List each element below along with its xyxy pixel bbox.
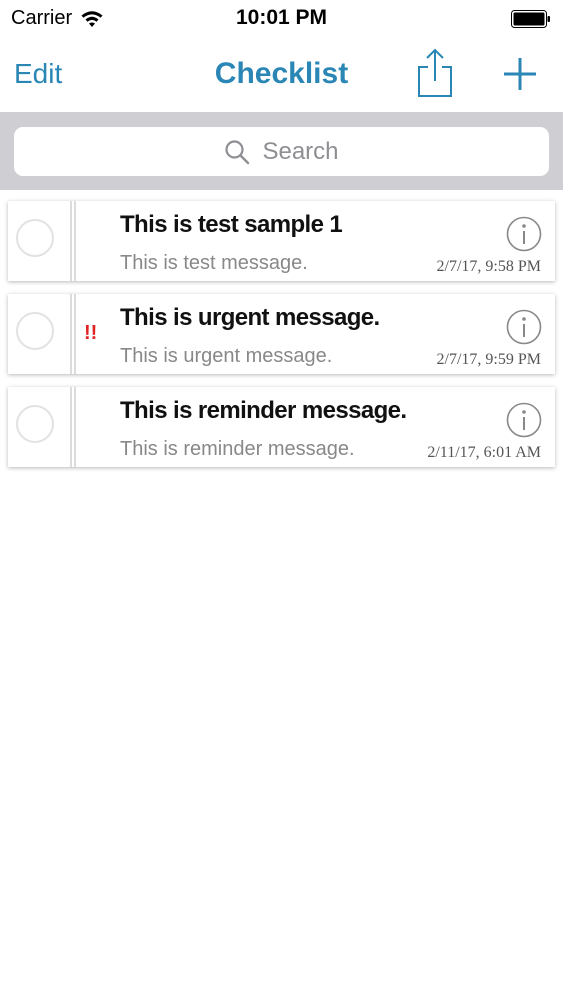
search-placeholder: Search: [262, 137, 339, 165]
status-bar: Carrier 10:01 PM: [0, 0, 563, 40]
divider: [70, 294, 72, 374]
checklist-screen: Carrier 10:01 PM Edit Checklist Search T…: [0, 0, 563, 1000]
item-title: This is reminder message.: [120, 397, 407, 424]
list-item[interactable]: !! This is urgent message. This is urgen…: [8, 294, 555, 374]
item-timestamp: 2/11/17, 6:01 AM: [427, 444, 541, 461]
checkbox[interactable]: [16, 219, 54, 257]
search-input[interactable]: Search: [14, 127, 549, 176]
divider: [74, 201, 76, 281]
info-icon[interactable]: [506, 402, 542, 438]
list-item[interactable]: This is test sample 1 This is test messa…: [8, 201, 555, 281]
share-icon[interactable]: [416, 48, 454, 98]
search-icon: [224, 139, 250, 165]
checkbox[interactable]: [16, 405, 54, 443]
checkbox[interactable]: [16, 312, 54, 350]
page-title: Checklist: [214, 57, 349, 90]
priority-indicator: !!: [84, 322, 98, 344]
divider: [70, 201, 72, 281]
battery-icon: [511, 10, 551, 28]
plus-icon[interactable]: [502, 56, 538, 92]
search-bar: Search: [0, 112, 563, 190]
list-item[interactable]: This is reminder message. This is remind…: [8, 387, 555, 467]
info-icon[interactable]: [506, 216, 542, 252]
status-time: 10:01 PM: [235, 6, 328, 29]
item-message: This is urgent message.: [120, 345, 333, 367]
divider: [74, 387, 76, 467]
item-message: This is test message.: [120, 252, 308, 274]
item-title: This is urgent message.: [120, 304, 380, 331]
navigation-bar: Edit Checklist: [0, 40, 563, 112]
divider: [74, 294, 76, 374]
item-timestamp: 2/7/17, 9:58 PM: [436, 258, 541, 275]
info-icon[interactable]: [506, 309, 542, 345]
item-title: This is test sample 1: [120, 211, 343, 238]
item-message: This is reminder message.: [120, 438, 355, 460]
item-timestamp: 2/7/17, 9:59 PM: [436, 351, 541, 368]
divider: [70, 387, 72, 467]
